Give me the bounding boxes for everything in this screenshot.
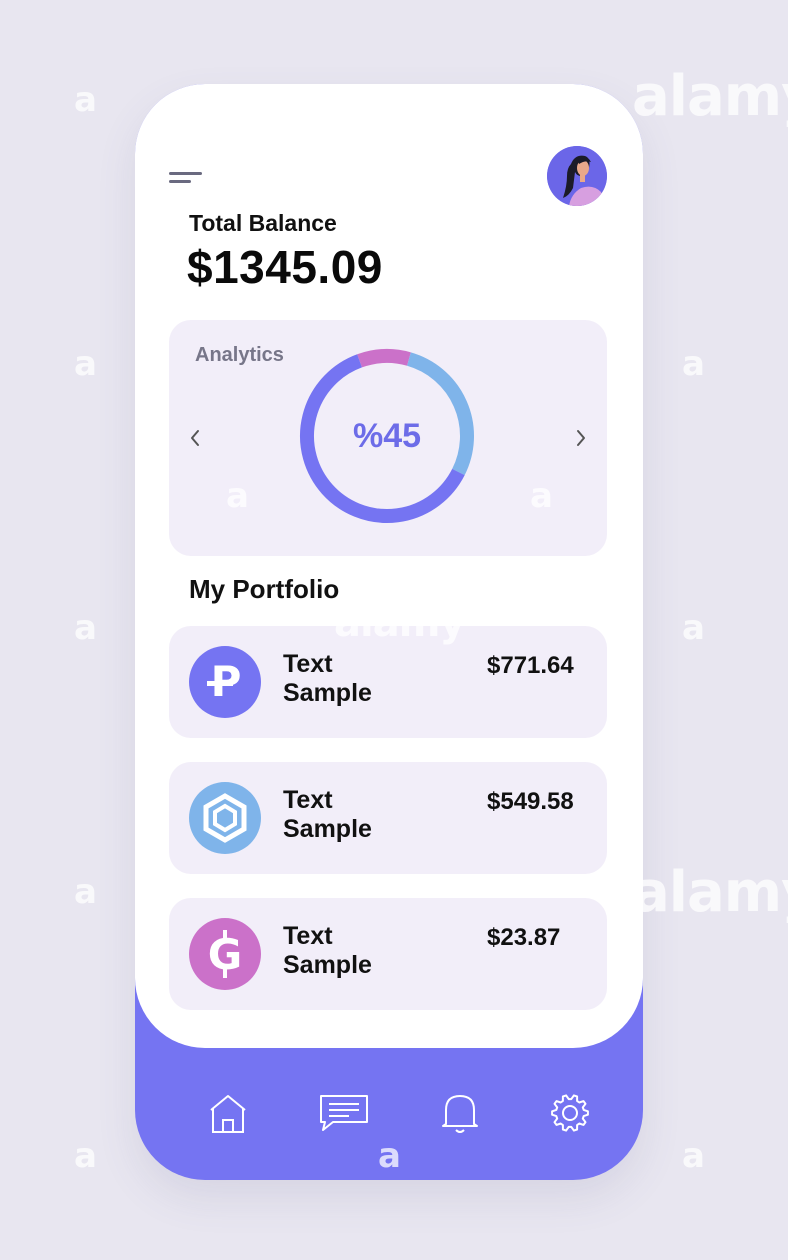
app-screen: Total Balance $1345.09 Analytics %45 My … — [135, 84, 643, 1048]
chevron-right-icon[interactable] — [569, 424, 593, 452]
chevron-left-icon[interactable] — [183, 424, 207, 452]
portfolio-item-value: $771.64 — [487, 652, 574, 679]
watermark-logo: alamy — [632, 860, 788, 925]
chat-icon[interactable] — [317, 1090, 371, 1136]
watermark-glyph: a — [74, 1136, 97, 1176]
portfolio-item-name: Text Sample — [283, 922, 372, 979]
portfolio-item-2[interactable]: Text Sample $549.58 — [169, 762, 607, 874]
portfolio-item-name: Text Sample — [283, 786, 372, 843]
bell-icon[interactable] — [433, 1090, 487, 1136]
gear-icon[interactable] — [543, 1090, 597, 1136]
hexagon-coin-icon — [189, 782, 261, 854]
portfolio-item-name: Text Sample — [283, 650, 372, 707]
portfolio-item-1[interactable]: P Text Sample $771.64 — [169, 626, 607, 738]
watermark-glyph: a — [74, 344, 97, 384]
phone-frame: Total Balance $1345.09 Analytics %45 My … — [135, 84, 643, 1180]
user-avatar[interactable] — [547, 146, 607, 206]
balance-label: Total Balance — [189, 210, 337, 236]
portfolio-item-value: $23.87 — [487, 924, 561, 951]
watermark-glyph: a — [74, 608, 97, 648]
watermark-glyph: a — [682, 344, 705, 384]
hamburger-menu-icon[interactable] — [169, 172, 203, 194]
balance-amount: $1345.09 — [187, 241, 383, 293]
watermark-glyph: a — [682, 1136, 705, 1176]
watermark-glyph: a — [74, 872, 97, 912]
analytics-card: Analytics %45 — [169, 320, 607, 556]
portfolio-title: My Portfolio — [189, 574, 340, 604]
p-coin-icon: P — [189, 646, 261, 718]
donut-percent-label: %45 — [352, 416, 422, 455]
watermark-glyph: a — [682, 608, 705, 648]
home-icon[interactable] — [201, 1090, 255, 1136]
watermark-logo: alamy — [632, 64, 788, 129]
portfolio-item-value: $549.58 — [487, 788, 574, 815]
analytics-title: Analytics — [195, 344, 284, 366]
watermark-glyph: a — [74, 80, 97, 120]
g-coin-icon: G — [189, 918, 261, 990]
portfolio-item-3[interactable]: G Text Sample $23.87 — [169, 898, 607, 1010]
